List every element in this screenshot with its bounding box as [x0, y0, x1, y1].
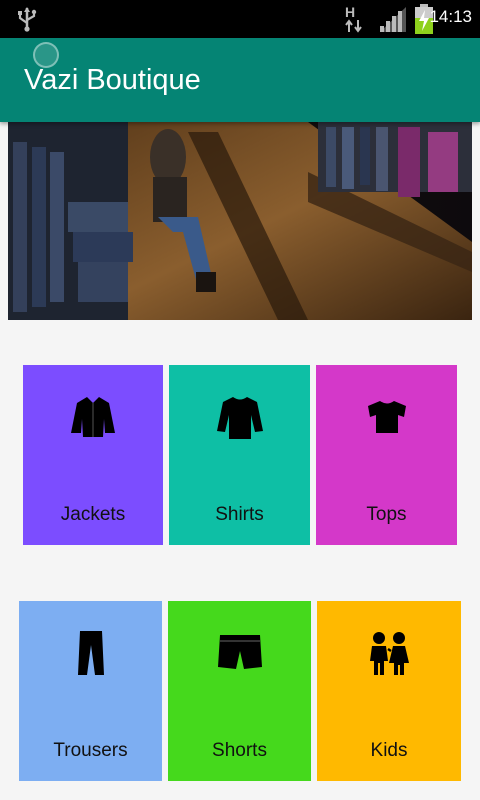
trousers-icon: [77, 631, 104, 675]
top-icon: [367, 401, 406, 433]
category-tile-kids[interactable]: Kids: [317, 601, 461, 781]
network-arrows-icon: [345, 19, 362, 33]
category-label: Shorts: [212, 740, 267, 761]
shirt-icon: [216, 397, 263, 439]
kids-icon: [370, 632, 409, 675]
category-tile-shorts[interactable]: Shorts: [168, 601, 311, 781]
category-label: Tops: [366, 504, 407, 525]
app-bar: Vazi Boutique: [0, 38, 480, 122]
category-label: Shirts: [215, 504, 264, 525]
category-tile-jackets[interactable]: Jackets: [23, 365, 163, 545]
status-time: 14:13: [429, 7, 472, 26]
category-tile-shirts[interactable]: Shirts: [169, 365, 310, 545]
category-label: Trousers: [53, 740, 128, 761]
category-tile-tops[interactable]: Tops: [316, 365, 457, 545]
shorts-icon: [217, 635, 262, 669]
app-title: Vazi Boutique: [24, 64, 201, 96]
store-interior-image: [8, 122, 472, 320]
network-type-icon: H: [345, 4, 356, 20]
jacket-icon: [71, 397, 115, 437]
category-tile-trousers[interactable]: Trousers: [19, 601, 162, 781]
category-label: Jackets: [60, 504, 126, 525]
category-label: Kids: [370, 740, 408, 761]
signal-icon: [380, 7, 406, 32]
status-bar: H 14:13: [0, 0, 480, 38]
usb-icon: [18, 7, 37, 32]
